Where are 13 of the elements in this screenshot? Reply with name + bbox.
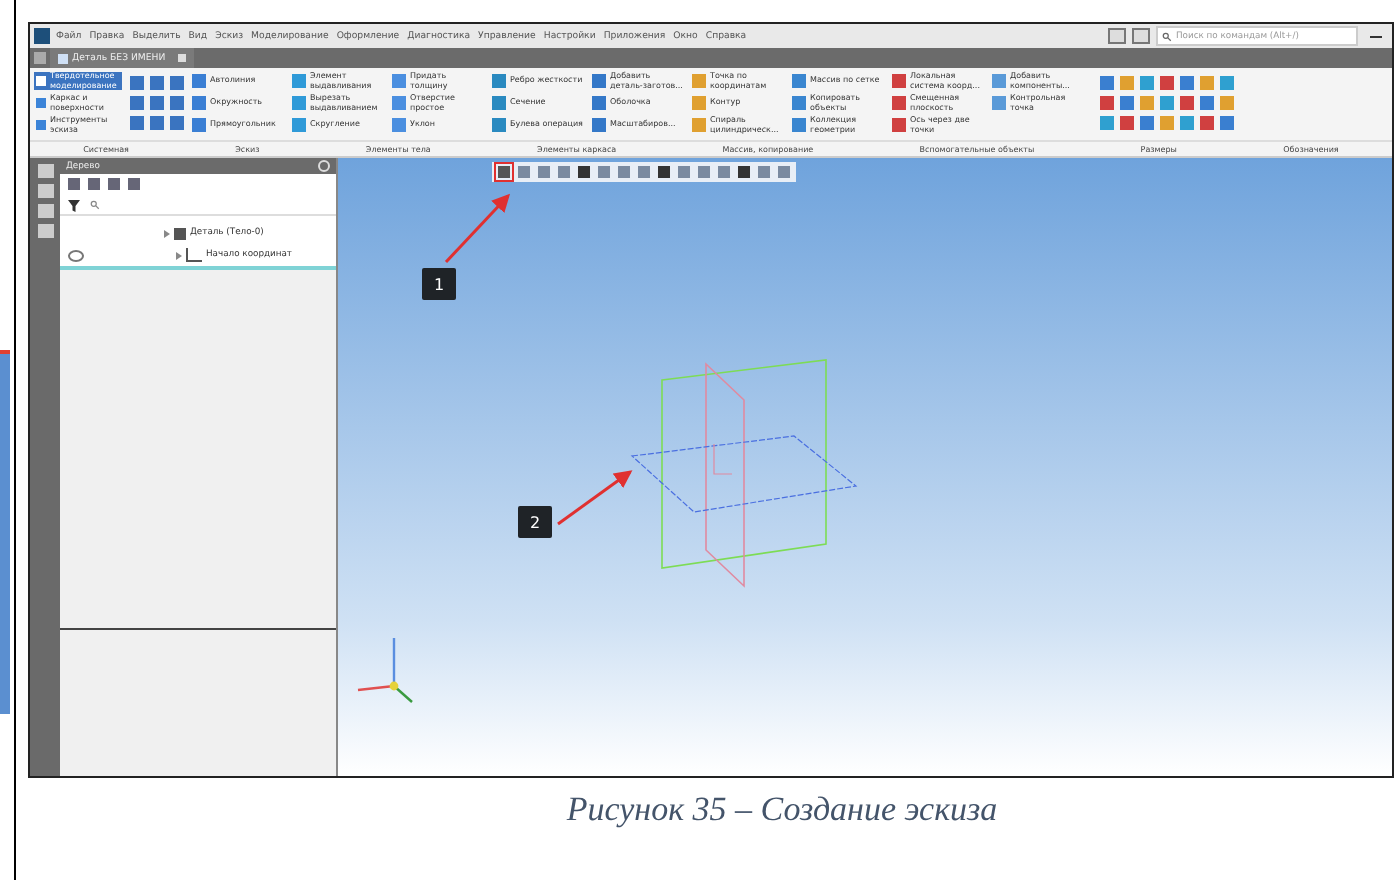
- figure-caption: Рисунок 35 – Создание эскиза: [564, 790, 1000, 830]
- minimize-icon[interactable]: [1370, 35, 1382, 37]
- filter-field[interactable]: [60, 196, 336, 216]
- search-icon: [90, 200, 100, 210]
- search-icon: [1162, 31, 1172, 41]
- arrow: [444, 193, 511, 264]
- axis-triad-drawing: [357, 638, 413, 703]
- arrow: [557, 470, 633, 526]
- origin-icon: [186, 248, 202, 262]
- app-logo-icon: [34, 28, 50, 44]
- expand-icon[interactable]: [176, 251, 182, 259]
- callout-label: 1: [422, 268, 456, 300]
- callout-label: 2: [518, 506, 552, 538]
